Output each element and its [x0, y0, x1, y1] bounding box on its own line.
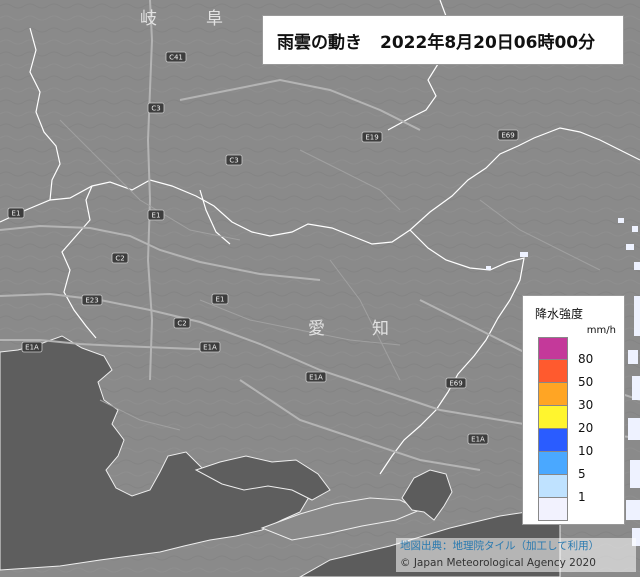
svg-text:E69: E69: [449, 380, 462, 388]
svg-text:C2: C2: [177, 320, 186, 328]
svg-text:E1A: E1A: [203, 344, 217, 352]
title-box: 雨雲の動き 2022年8月20日06時00分: [262, 15, 624, 65]
legend-swatch: [538, 498, 568, 521]
map-label-aichi-2: 知: [372, 319, 389, 339]
svg-text:C3: C3: [151, 105, 160, 113]
road-badge: E1: [211, 293, 229, 305]
map-label-gifu-1: 岐: [140, 9, 157, 29]
svg-text:E1A: E1A: [25, 344, 39, 352]
map-label-aichi-1: 愛: [308, 319, 325, 339]
legend-swatch: [538, 452, 568, 475]
road-badge: C3: [147, 102, 165, 114]
road-badge: E1A: [21, 341, 43, 353]
svg-text:E1: E1: [12, 210, 21, 218]
svg-text:E1A: E1A: [309, 374, 323, 382]
map-title: 雨雲の動き: [277, 32, 362, 53]
legend-swatch: [538, 360, 568, 383]
map-label-gifu-2: 阜: [206, 9, 223, 29]
svg-text:E19: E19: [365, 134, 378, 142]
svg-text:E1: E1: [152, 212, 161, 220]
legend-unit: mm/h: [586, 325, 616, 336]
legend-label: 1: [578, 490, 586, 504]
svg-text:E23: E23: [85, 297, 98, 305]
road-badge: E1: [147, 209, 165, 221]
road-badge: E1A: [467, 433, 489, 445]
road-badge: C41: [165, 51, 187, 63]
legend-label: 50: [578, 375, 594, 389]
map-attribution: 地図出典：地理院タイル（加工して利用） © Japan Meteorologic…: [396, 538, 636, 572]
legend-swatch: [538, 429, 568, 452]
legend-label: 20: [578, 421, 594, 435]
legend-title: 降水強度: [535, 307, 584, 321]
copyright-text: © Japan Meteorological Agency 2020: [400, 557, 596, 569]
legend-swatch: [538, 337, 568, 360]
legend-label: 5: [578, 467, 586, 481]
road-badge: E23: [81, 294, 103, 306]
road-badge: C2: [173, 317, 191, 329]
precipitation-legend: 降水強度 mm/h 80 50 30 20 10 5 1: [522, 295, 625, 525]
svg-text:C2: C2: [115, 255, 124, 263]
map-source-link[interactable]: 地図出典：地理院タイル（加工して利用）: [400, 538, 632, 555]
svg-text:E1: E1: [216, 296, 225, 304]
svg-text:E69: E69: [501, 132, 514, 140]
road-badge: E1: [7, 207, 25, 219]
svg-text:C3: C3: [229, 157, 238, 165]
legend-swatch: [538, 475, 568, 498]
legend-swatch: [538, 383, 568, 406]
svg-text:E1A: E1A: [471, 436, 485, 444]
map-timestamp: 2022年8月20日06時00分: [380, 32, 596, 53]
legend-label: 80: [578, 352, 594, 366]
road-badge: E1A: [305, 371, 327, 383]
road-badge: E19: [361, 131, 383, 143]
road-badge: E69: [445, 377, 467, 389]
legend-swatch: [538, 406, 568, 429]
svg-text:C41: C41: [169, 54, 183, 62]
road-badge: E1A: [199, 341, 221, 353]
legend-label: 30: [578, 398, 594, 412]
legend-label: 10: [578, 444, 594, 458]
road-badge: C3: [225, 154, 243, 166]
road-badge: C2: [111, 252, 129, 264]
legend-color-bar: [538, 337, 568, 521]
map-viewer[interactable]: C3 C3 E1 C2 C2 E1 E1A E23 E1A E1A E69 E6…: [0, 0, 640, 577]
road-badge: E69: [497, 129, 519, 141]
